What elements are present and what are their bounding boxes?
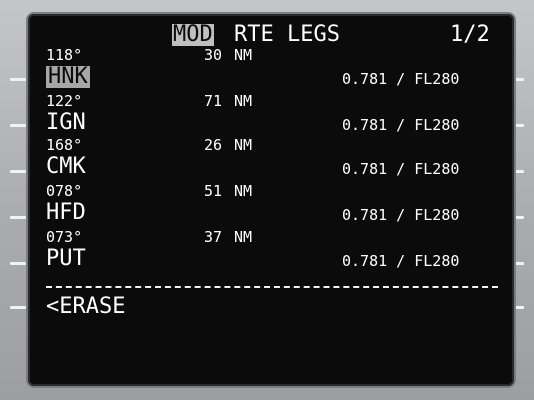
leg-5-course: 073° [46,228,83,246]
leg-2-distance: 71 [204,92,223,110]
leg-3-unit: NM [234,136,253,154]
leg-1-course: 118° [46,46,83,64]
leg-3-waypoint[interactable]: CMK [46,156,86,178]
leg-1-unit: NM [234,46,253,64]
leg-4-waypoint[interactable]: HFD [46,202,86,224]
leg-3-distance: 26 [204,136,223,154]
leg-5-distance: 37 [204,228,223,246]
erase-prompt[interactable]: <ERASE [46,296,125,318]
lsk-5l[interactable] [10,262,26,265]
leg-5-unit: NM [234,228,253,246]
mod-indicator: MOD [172,22,214,47]
leg-2-unit: NM [234,92,253,110]
leg-4-speed-alt[interactable]: 0.781 / FL280 [342,208,459,223]
leg-2-speed-alt[interactable]: 0.781 / FL280 [342,118,459,133]
leg-2-course: 122° [46,92,83,110]
lsk-6l[interactable] [10,306,26,309]
page-title: RTE LEGS [234,22,340,47]
lsk-3l[interactable] [10,170,26,173]
leg-1-speed-alt[interactable]: 0.781 / FL280 [342,72,459,87]
dashed-divider [46,286,498,288]
leg-3-course: 168° [46,136,83,154]
leg-5-waypoint[interactable]: PUT [46,248,86,270]
page-number: 1/2 [450,22,490,47]
leg-1-waypoint[interactable]: HNK [46,66,90,88]
leg-3-speed-alt[interactable]: 0.781 / FL280 [342,162,459,177]
leg-4-distance: 51 [204,182,223,200]
leg-4-unit: NM [234,182,253,200]
leg-2-waypoint[interactable]: IGN [46,112,86,134]
leg-1-distance: 30 [204,46,223,64]
leg-5-speed-alt[interactable]: 0.781 / FL280 [342,254,459,269]
lsk-4l[interactable] [10,216,26,219]
lsk-2l[interactable] [10,124,26,127]
cdu-screen: MOD RTE LEGS 1/2 118° 30 NM HNK 0.781 / … [28,14,514,386]
leg-4-course: 078° [46,182,83,200]
lsk-1l[interactable] [10,78,26,81]
